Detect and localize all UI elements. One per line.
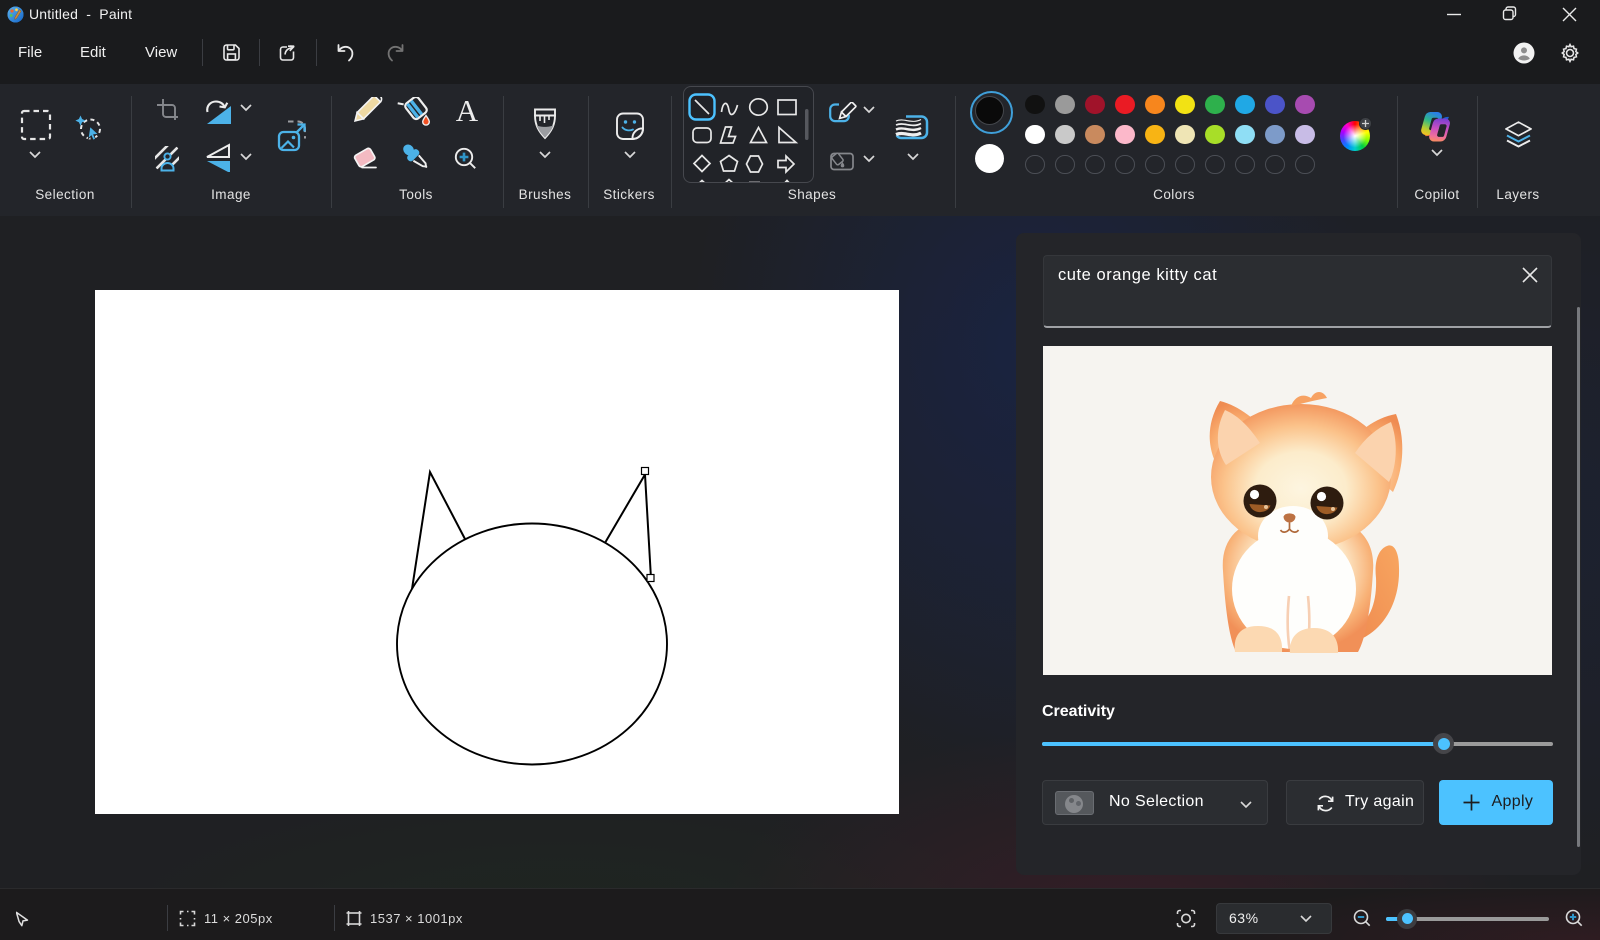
svg-text:A: A (456, 97, 479, 128)
